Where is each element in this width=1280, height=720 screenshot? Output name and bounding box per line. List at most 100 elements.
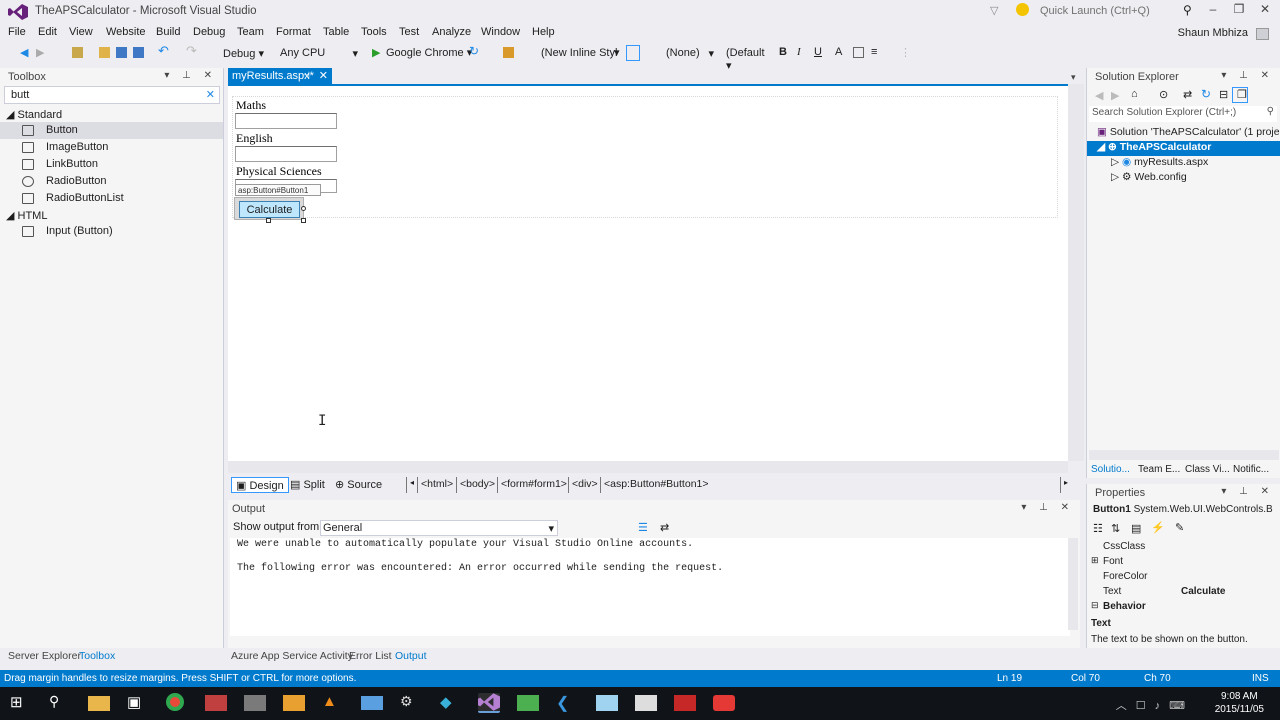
menu-test[interactable]: Test	[399, 26, 419, 38]
menu-view[interactable]: View	[69, 26, 93, 38]
properties-view-icon[interactable]: ▤	[1131, 522, 1141, 535]
kodi-icon[interactable]: ◆	[440, 693, 462, 713]
browser-link-icon[interactable]	[503, 47, 514, 58]
search-icon[interactable]: ⚲	[1267, 106, 1274, 117]
chrome-icon[interactable]	[166, 693, 184, 711]
search-icon[interactable]: ⚲	[49, 693, 71, 713]
breadcrumb-div[interactable]: <div>	[568, 477, 601, 493]
home-icon[interactable]: ⌂	[1131, 88, 1138, 100]
minimize-button[interactable]: –	[1200, 2, 1226, 20]
menu-team[interactable]: Team	[237, 26, 264, 38]
property-value[interactable]: Calculate	[1181, 586, 1225, 597]
menu-table[interactable]: Table	[323, 26, 349, 38]
sync-icon[interactable]: ⇄	[1183, 88, 1192, 101]
panel-controls[interactable]: ▾ ⊥ ✕	[164, 70, 217, 81]
filter-icon[interactable]: ▽	[990, 4, 998, 17]
smart-tag[interactable]: asp:Button#Button1	[235, 184, 321, 196]
menu-website[interactable]: Website	[106, 26, 146, 38]
panel-controls[interactable]: ▾ ⊥ ✕	[1221, 486, 1274, 497]
clear-all-icon[interactable]: ☰	[638, 521, 648, 534]
breadcrumb-scroll-left[interactable]: ◂	[406, 477, 417, 493]
designer-vertical-scrollbar[interactable]	[1068, 84, 1084, 461]
toolbox-item-imagebutton[interactable]: ImageButton	[0, 139, 223, 156]
categorized-icon[interactable]: ☷	[1093, 522, 1103, 535]
file-node-myresults[interactable]: ▷ ◉ myResults.aspx	[1087, 156, 1280, 171]
target-rule-icon[interactable]	[644, 45, 658, 61]
menu-format[interactable]: Format	[276, 26, 311, 38]
target-rule-dropdown[interactable]: (None) ▾	[662, 45, 718, 61]
windows-start-icon[interactable]: ⊞	[10, 693, 32, 713]
pending-changes-icon[interactable]: ⊙	[1159, 88, 1168, 101]
breadcrumb-form[interactable]: <form#form1>	[497, 477, 570, 493]
app-icon[interactable]	[205, 695, 227, 711]
breadcrumb-scroll-right[interactable]: ▸	[1060, 477, 1071, 493]
tab-toolbox[interactable]: Toolbox	[79, 650, 115, 664]
redo-icon[interactable]: ↷	[186, 43, 197, 58]
undo-icon[interactable]: ↶	[158, 43, 169, 58]
tab-source[interactable]: ⊕ Source	[331, 477, 386, 493]
quick-launch-input[interactable]: Quick Launch (Ctrl+Q)	[1034, 2, 1200, 20]
forward-icon[interactable]: ▶	[36, 46, 44, 61]
photos-icon[interactable]	[635, 695, 657, 711]
vs-code-icon[interactable]: ❮	[556, 693, 578, 713]
panel-controls[interactable]: ▾ ⊥ ✕	[1021, 502, 1074, 513]
panel-controls[interactable]: ▾ ⊥ ✕	[1221, 70, 1274, 81]
app-icon[interactable]	[713, 695, 735, 711]
toolbox-item-input-button[interactable]: Input (Button)	[0, 223, 223, 240]
expand-icon[interactable]: ⊞	[1091, 555, 1099, 566]
solution-node[interactable]: ▣ Solution 'TheAPSCalculator' (1 project	[1087, 126, 1280, 141]
bullets-icon[interactable]: ⋮	[900, 46, 911, 61]
save-all-icon[interactable]	[133, 47, 144, 58]
style-dropdown-arrow[interactable]: ▾	[614, 46, 620, 61]
save-icon[interactable]	[116, 47, 127, 58]
resize-handle[interactable]	[266, 218, 271, 223]
tab-server-explorer[interactable]: Server Explorer	[8, 650, 81, 664]
menu-file[interactable]: File	[8, 26, 26, 38]
menu-window[interactable]: Window	[481, 26, 520, 38]
tab-error-list[interactable]: Error List	[349, 650, 392, 664]
highlight-icon[interactable]	[853, 47, 864, 58]
collapse-icon[interactable]: ⊟	[1091, 600, 1099, 611]
tab-notifications[interactable]: Notific...	[1233, 464, 1269, 475]
avatar[interactable]	[1256, 28, 1269, 40]
app-icon[interactable]	[517, 695, 539, 711]
file-explorer-icon[interactable]	[88, 696, 110, 711]
new-style-dropdown[interactable]: (New Inline Style	[537, 45, 619, 61]
clear-search-icon[interactable]: ✕	[206, 88, 215, 101]
tab-azure-activity[interactable]: Azure App Service Activity	[231, 650, 353, 664]
textbox-maths[interactable]	[235, 113, 337, 129]
collapse-all-icon[interactable]: ⊟	[1219, 88, 1228, 101]
resize-handle[interactable]	[301, 218, 306, 223]
property-pages-icon[interactable]: ✎	[1175, 521, 1184, 534]
system-tray-icons[interactable]: ︿☐♪⌨	[1116, 697, 1194, 713]
back-icon[interactable]: ◀	[1095, 89, 1103, 102]
refresh-icon[interactable]: ↻	[469, 44, 479, 59]
tab-solution-explorer[interactable]: Solutio...	[1091, 464, 1130, 475]
calculate-button-selection[interactable]: Calculate	[234, 197, 304, 220]
events-icon[interactable]: ⚡	[1151, 521, 1165, 534]
user-name[interactable]: Shaun Mbhiza	[1178, 27, 1248, 39]
output-text[interactable]: We were unable to automatically populate…	[230, 538, 1070, 636]
breadcrumb-body[interactable]: <body>	[456, 477, 498, 493]
underline-button[interactable]: U	[814, 46, 822, 61]
div-container[interactable]	[232, 96, 1058, 218]
font-color-icon[interactable]: A	[835, 46, 842, 61]
word-wrap-icon[interactable]: ⇄	[660, 521, 669, 534]
tab-team-explorer[interactable]: Team E...	[1138, 464, 1180, 475]
tab-class-view[interactable]: Class Vi...	[1185, 464, 1230, 475]
open-file-icon[interactable]	[99, 47, 110, 58]
align-left-icon[interactable]: ≡	[871, 46, 877, 61]
close-tab-icon[interactable]: ✕	[319, 69, 328, 82]
app-icon[interactable]	[361, 696, 383, 710]
bold-button[interactable]: B	[779, 46, 787, 61]
forward-icon[interactable]: ▶	[1111, 89, 1119, 102]
designer-horizontal-scrollbar[interactable]	[228, 461, 1068, 473]
style-application-icon[interactable]	[626, 45, 640, 61]
textbox-english[interactable]	[235, 146, 337, 162]
app-icon[interactable]	[596, 695, 618, 711]
toolbox-item-button[interactable]: Button	[0, 122, 223, 139]
refresh-icon[interactable]: ↻	[1201, 87, 1211, 101]
run-target-dropdown[interactable]: Google Chrome ▾	[386, 46, 472, 61]
pin-icon[interactable]: ⊣	[302, 70, 310, 81]
solution-explorer-search-input[interactable]: Search Solution Explorer (Ctrl+;) ⚲	[1089, 106, 1277, 122]
